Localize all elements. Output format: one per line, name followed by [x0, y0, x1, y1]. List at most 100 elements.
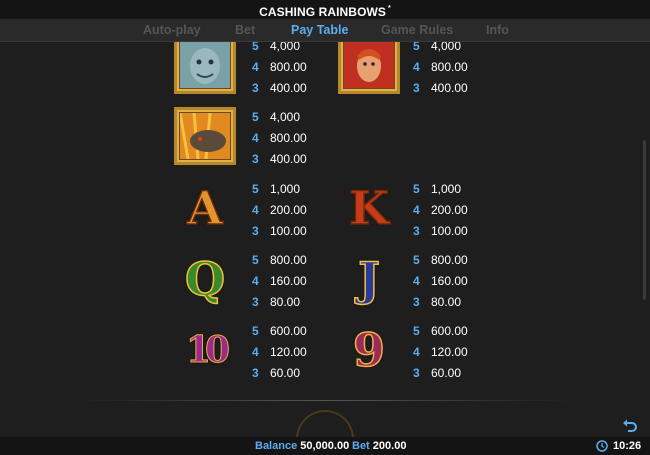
pay-count: 3: [252, 152, 259, 166]
pay-count: 4: [252, 60, 259, 74]
pay-amount: 80.00: [431, 295, 462, 309]
symbol-leprechaun-grey: [173, 42, 237, 94]
title-mark: *: [388, 5, 391, 12]
paytable-content[interactable]: 5 4,000 4 800.00 3 400.00 5 4,000 4 800.00 34…: [0, 42, 650, 400]
number-9-icon: 9: [352, 322, 386, 378]
game-title: CASHING RAINBOWS *: [259, 5, 391, 19]
pay-amount: 120.00: [270, 345, 307, 359]
pay-count: 3: [413, 295, 420, 309]
symbol-q: Q: [173, 250, 237, 308]
symbol-dragon: [173, 107, 237, 165]
symbol-10: 10: [173, 321, 237, 379]
balance-value: 50,000.00: [300, 440, 350, 452]
pay-amount: 60.00: [431, 366, 462, 380]
paytable-entry: 5 600.00 4 120.00 3 60.00: [413, 321, 523, 384]
pay-amount: 600.00: [431, 324, 468, 338]
pay-count: 4: [252, 345, 259, 359]
pay-count: 5: [252, 324, 259, 338]
pay-count: 5: [252, 182, 259, 196]
pay-count: 3: [413, 81, 420, 95]
pay-count: 3: [252, 224, 259, 238]
pay-count: 3: [413, 224, 420, 238]
symbol-a: A: [173, 179, 237, 237]
pay-amount: 120.00: [431, 345, 468, 359]
undo-arrow-icon[interactable]: [622, 418, 638, 434]
letter-k-icon: K: [348, 180, 389, 236]
pay-amount: 4,000: [431, 42, 462, 53]
letter-a-icon: A: [186, 180, 223, 236]
letter-q-icon: Q: [184, 251, 226, 307]
tab-info[interactable]: Info: [486, 19, 509, 41]
tab-game-rules[interactable]: Game Rules: [381, 19, 453, 41]
pay-amount: 600.00: [270, 324, 307, 338]
pay-count: 5: [413, 182, 420, 196]
clock-time: 10:26: [613, 440, 642, 452]
bet-display: Bet 200.00: [352, 437, 406, 455]
pay-count: 4: [413, 203, 420, 217]
tab-bar: Auto-play Bet Pay Table Game Rules Info: [0, 19, 650, 42]
pay-amount: 200.00: [270, 203, 307, 217]
tab-auto-play[interactable]: Auto-play: [143, 19, 201, 41]
symbol-frame: [174, 107, 236, 165]
spin-button-outline: [296, 410, 354, 440]
pay-count: 3: [252, 295, 259, 309]
pay-count: 4: [413, 345, 420, 359]
pay-count: 3: [413, 366, 420, 380]
tab-pay-table[interactable]: Pay Table: [291, 19, 348, 41]
pay-count: 5: [252, 42, 259, 53]
pay-amount: 60.00: [270, 366, 301, 380]
scrollbar[interactable]: [643, 140, 646, 300]
pay-count: 5: [252, 110, 259, 124]
balance-label: Balance: [255, 440, 298, 452]
pay-amount: 800.00: [431, 253, 468, 267]
pay-amount: 4,000: [270, 42, 301, 53]
symbol-k: K: [337, 179, 401, 237]
symbol-leprechaun-red: [337, 42, 401, 94]
pay-amount: 160.00: [431, 274, 468, 288]
pay-amount: 1,000: [431, 182, 462, 196]
clock-icon: [596, 440, 608, 452]
game-title-text: CASHING RAINBOWS: [259, 5, 387, 19]
pay-count: 4: [413, 60, 420, 74]
paytable-entry: 5 4,000 4 800.00 3 400.00: [252, 107, 362, 170]
paytable-entry: 5 4,000 4 800.00 3 400.00: [413, 42, 523, 99]
pay-count: 5: [413, 253, 420, 267]
title-bar: CASHING RAINBOWS *: [0, 0, 650, 19]
pay-amount: 800.00: [270, 253, 307, 267]
pay-amount: 800.00: [270, 60, 307, 74]
letter-j-icon: J: [357, 251, 380, 307]
pay-count: 4: [252, 203, 259, 217]
tab-bet[interactable]: Bet: [235, 19, 255, 41]
symbol-frame: [338, 42, 400, 94]
pay-count: 5: [252, 253, 259, 267]
balance-display: Balance 50,000.00: [255, 437, 349, 455]
pay-amount: 400.00: [270, 152, 307, 166]
pay-amount: 4,000: [270, 110, 301, 124]
status-bar: Balance 50,000.00 Bet 200.00: [0, 437, 650, 455]
pay-amount: 160.00: [270, 274, 307, 288]
paytable-entry: 5 1,000 4 200.00 3 100.00: [413, 179, 523, 242]
pay-amount: 400.00: [270, 81, 307, 95]
pay-amount: 800.00: [270, 131, 307, 145]
pay-count: 4: [252, 274, 259, 288]
pay-amount: 100.00: [431, 224, 468, 238]
pay-amount: 1,000: [270, 182, 301, 196]
divider: [75, 400, 575, 401]
pay-count: 3: [252, 366, 259, 380]
paytable-entry: 5 800.00 4 160.00 3 80.00: [413, 250, 523, 313]
pay-amount: 80.00: [270, 295, 301, 309]
leprechaun-grey-icon: [180, 42, 230, 88]
pay-amount: 200.00: [431, 203, 468, 217]
pay-count: 4: [252, 131, 259, 145]
pay-count: 4: [413, 274, 420, 288]
pay-count: 5: [413, 324, 420, 338]
pay-amount: 800.00: [431, 60, 468, 74]
bet-value: 200.00: [372, 440, 407, 452]
bet-label: Bet: [352, 440, 370, 452]
symbol-frame: [174, 42, 236, 94]
pay-count: 5: [413, 42, 420, 53]
number-10-icon: 10: [185, 329, 230, 372]
pay-amount: 100.00: [270, 224, 307, 238]
dragon-icon: [178, 112, 230, 160]
pay-amount: 400.00: [431, 81, 468, 95]
